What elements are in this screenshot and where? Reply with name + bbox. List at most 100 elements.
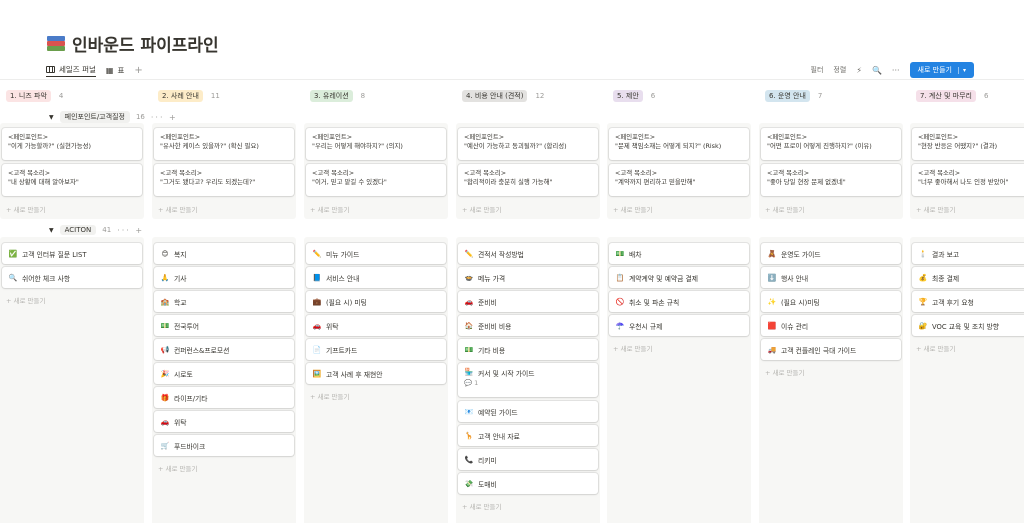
- tab-label: 표: [117, 65, 125, 75]
- pain-point-card[interactable]: <페인포인트> "유사한 케이스 있을까?" (확신 필요): [154, 128, 294, 160]
- filter-button[interactable]: 필터: [811, 65, 824, 75]
- action-card[interactable]: ☂️ 우천시 규제: [609, 315, 749, 336]
- add-new-button[interactable]: + 새로 만들기: [158, 463, 197, 473]
- pain-point-card[interactable]: <고객 목소리> "좋아 당일 현장 문제 없겠네": [761, 164, 901, 196]
- add-new-button[interactable]: + 새로 만들기: [765, 204, 804, 214]
- action-card[interactable]: 🦒 고객 안내 자료: [458, 425, 598, 446]
- card-emoji-icon: 📋: [615, 273, 625, 282]
- action-card[interactable]: 🚗 위탁: [154, 411, 294, 432]
- add-new-button[interactable]: + 새로 만들기: [158, 204, 197, 214]
- card-label: 푸드바이크: [174, 442, 206, 451]
- column-label[interactable]: 4. 비용 안내 (견적): [462, 90, 528, 102]
- action-card[interactable]: 💵 전국투어: [154, 315, 294, 336]
- lightning-icon[interactable]: ⚡: [856, 66, 862, 75]
- card-heading: <고객 목소리>: [767, 169, 810, 177]
- action-card[interactable]: 🍲 메뉴 가격: [458, 267, 598, 288]
- action-card[interactable]: ✅ 고객 인터뷰 질문 LIST: [2, 243, 142, 264]
- add-new-button[interactable]: + 새로 만들기: [310, 391, 349, 401]
- add-new-button[interactable]: + 새로 만들기: [916, 343, 955, 353]
- tab-sales-funnel[interactable]: 세일즈 퍼널: [46, 63, 96, 77]
- action-card[interactable]: 🚗 준비비: [458, 291, 598, 312]
- action-card[interactable]: ⬇️ 행사 안내: [761, 267, 901, 288]
- card-label: 메뉴 가격: [478, 274, 506, 283]
- add-new-button[interactable]: + 새로 만들기: [613, 204, 652, 214]
- sort-button[interactable]: 정렬: [833, 65, 846, 75]
- column-label[interactable]: 3. 유레이션: [310, 90, 353, 102]
- action-card[interactable]: 🧸 운영도 가이드: [761, 243, 901, 264]
- action-card[interactable]: 🔐 VOC 교육 및 조치 방향: [912, 315, 1024, 336]
- add-new-button[interactable]: + 새로 만들기: [462, 204, 501, 214]
- action-card[interactable]: 🚗 위탁: [306, 315, 446, 336]
- action-card[interactable]: 🚫 취소 및 파손 규칙: [609, 291, 749, 312]
- add-new-button[interactable]: + 새로 만들기: [6, 295, 45, 305]
- add-new-button[interactable]: + 새로 만들기: [916, 204, 955, 214]
- action-card[interactable]: 🙏 기사: [154, 267, 294, 288]
- add-view-icon[interactable]: +: [134, 65, 142, 76]
- action-card[interactable]: 💵 기타 비용: [458, 339, 598, 360]
- column-header: 1. 니즈 파악 4: [6, 90, 63, 102]
- pain-point-card[interactable]: <페인포인트> "예산이 가능하고 동괴될까?" (합리성): [458, 128, 598, 160]
- pain-point-card[interactable]: <페인포인트> "우리는 어떻게 해야하지?" (의지): [306, 128, 446, 160]
- group-more-icon[interactable]: ··· +: [117, 226, 144, 235]
- triangle-down-icon[interactable]: ▼: [49, 114, 54, 121]
- action-card[interactable]: 🎉 시로토: [154, 363, 294, 384]
- action-card[interactable]: 💸 도매비: [458, 473, 598, 494]
- group-header[interactable]: ▼ ACITON 41 ··· +: [49, 225, 144, 235]
- new-button[interactable]: 새로 만들기 ▾: [909, 62, 974, 78]
- action-card[interactable]: 🔍 쉬어한 체크 사항: [2, 267, 142, 288]
- column-label[interactable]: 1. 니즈 파악: [6, 90, 51, 102]
- action-card[interactable]: ✏️ 미뉴 가이드: [306, 243, 446, 264]
- pain-point-card[interactable]: <고객 목소리> "그거도 됐다고? 우리도 되겠는데?": [154, 164, 294, 196]
- group-header[interactable]: ▼ 페인포인트/고객질정 16 ··· +: [49, 111, 178, 123]
- action-card[interactable]: 🏫 학교: [154, 291, 294, 312]
- column-label[interactable]: 2. 사례 안내: [158, 90, 203, 102]
- search-icon[interactable]: 🔍: [872, 66, 882, 75]
- pain-point-card[interactable]: <고객 목소리> "내 상황에 대해 알아보자": [2, 164, 142, 196]
- pain-point-card[interactable]: <고객 목소리> "이거, 믿고 맡길 수 있겠다": [306, 164, 446, 196]
- pain-point-card[interactable]: <페인포인트> "이게 가능할까?" (실현가능성): [2, 128, 142, 160]
- pain-point-card[interactable]: <페인포인트> "어떤 프로이 어떻게 진행하지?" (이유): [761, 128, 901, 160]
- column-label[interactable]: 5. 제안: [613, 90, 643, 102]
- action-card[interactable]: 💼 (필요 시) 미팅: [306, 291, 446, 312]
- action-card[interactable]: 📧 예약된 가이드: [458, 401, 598, 422]
- action-card[interactable]: 💰 최종 결제: [912, 267, 1024, 288]
- card-emoji-icon: 💵: [160, 321, 170, 330]
- action-card[interactable]: 🏆 고객 후기 요청: [912, 291, 1024, 312]
- triangle-down-icon[interactable]: ▼: [49, 227, 54, 234]
- column-label[interactable]: 6. 운영 안내: [765, 90, 810, 102]
- action-card[interactable]: 📢 컨퍼런스&프로모션: [154, 339, 294, 360]
- pain-point-card[interactable]: <페인포인트> "문제 책임소재는 어떻게 되지?" (Risk): [609, 128, 749, 160]
- add-new-button[interactable]: + 새로 만들기: [613, 343, 652, 353]
- action-card[interactable]: ✨ (필요 시)미팅: [761, 291, 901, 312]
- pain-point-card[interactable]: <페인포인트> "현장 반응은 어땠지?" (결과): [912, 128, 1024, 160]
- action-card[interactable]: 📄 기프트카드: [306, 339, 446, 360]
- pain-point-card[interactable]: <고객 목소리> "합리적이라 충분히 실행 가능해": [458, 164, 598, 196]
- card-label: 배차: [629, 250, 642, 259]
- action-card[interactable]: 📞 리키미: [458, 449, 598, 470]
- add-new-button[interactable]: + 새로 만들기: [6, 204, 45, 214]
- action-card[interactable]: 📘 서비스 안내: [306, 267, 446, 288]
- card-heading: <페인포인트>: [8, 133, 49, 141]
- action-card[interactable]: 😊 복지: [154, 243, 294, 264]
- action-card[interactable]: 🏪 커서 및 시작 가이드 💬 1: [458, 363, 598, 397]
- add-new-button[interactable]: + 새로 만들기: [462, 501, 501, 511]
- action-card[interactable]: 🖼️ 고객 사례 후 재현안: [306, 363, 446, 384]
- action-card[interactable]: 🎁 라이프/기타: [154, 387, 294, 408]
- action-card[interactable]: 🕯️ 결과 보고: [912, 243, 1024, 264]
- action-card[interactable]: 🟥 이슈 관리: [761, 315, 901, 336]
- pain-point-card[interactable]: <고객 목소리> "너무 좋아해서 나도 인정 받았어": [912, 164, 1024, 196]
- action-card[interactable]: 🛒 푸드바이크: [154, 435, 294, 456]
- column-label[interactable]: 7. 계산 및 마무리: [916, 90, 976, 102]
- pain-point-card[interactable]: <고객 목소리> "계약까지 편리하고 믿을만해": [609, 164, 749, 196]
- action-card[interactable]: ✏️ 견적서 작성방법: [458, 243, 598, 264]
- action-card[interactable]: 🏠 준비비 비용: [458, 315, 598, 336]
- more-icon[interactable]: ···: [892, 66, 900, 75]
- action-card[interactable]: 🚚 고객 컨플레인 극대 가이드: [761, 339, 901, 360]
- chevron-down-icon[interactable]: ▾: [957, 66, 966, 74]
- group-more-icon[interactable]: ··· +: [151, 113, 178, 122]
- tab-table[interactable]: ▦ 표: [106, 63, 124, 77]
- add-new-button[interactable]: + 새로 만들기: [310, 204, 349, 214]
- action-card[interactable]: 📋 계약계약 및 예약금 결제: [609, 267, 749, 288]
- action-card[interactable]: 💵 배차: [609, 243, 749, 264]
- add-new-button[interactable]: + 새로 만들기: [765, 367, 804, 377]
